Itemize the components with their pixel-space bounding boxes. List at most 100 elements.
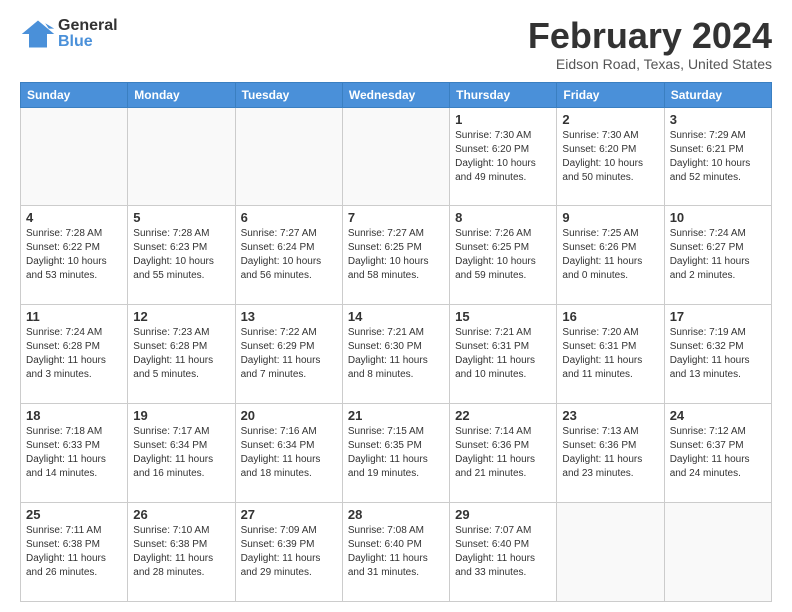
calendar-week-3: 11 Sunrise: 7:24 AMSunset: 6:28 PMDayligh… xyxy=(21,305,772,404)
day-info: Sunrise: 7:12 AMSunset: 6:37 PMDaylight:… xyxy=(670,425,766,481)
day-info: Sunrise: 7:20 AMSunset: 6:31 PMDaylight:… xyxy=(562,326,658,382)
day-info: Sunrise: 7:24 AMSunset: 6:28 PMDaylight:… xyxy=(26,326,122,382)
table-row: 17 Sunrise: 7:19 AMSunset: 6:32 PMDayligh… xyxy=(664,305,771,404)
day-number: 8 xyxy=(455,210,551,225)
day-number: 12 xyxy=(133,309,229,324)
day-number: 22 xyxy=(455,408,551,423)
day-number: 9 xyxy=(562,210,658,225)
table-row: 21Sunrise: 7:15 AMSunset: 6:35 PMDayligh… xyxy=(342,404,449,503)
table-row: 15 Sunrise: 7:21 AMSunset: 6:31 PMDayligh… xyxy=(450,305,557,404)
day-info: Sunrise: 7:23 AMSunset: 6:28 PMDaylight:… xyxy=(133,326,229,382)
day-info: Sunrise: 7:11 AMSunset: 6:38 PMDaylight:… xyxy=(26,524,122,580)
day-number: 19 xyxy=(133,408,229,423)
day-info: Sunrise: 7:22 AMSunset: 6:29 PMDaylight:… xyxy=(241,326,337,382)
day-number: 24 xyxy=(670,408,766,423)
day-number: 27 xyxy=(241,507,337,522)
table-row xyxy=(664,503,771,602)
day-number: 10 xyxy=(670,210,766,225)
calendar-week-5: 25 Sunrise: 7:11 AMSunset: 6:38 PMDayligh… xyxy=(21,503,772,602)
table-row: 29 Sunrise: 7:07 AMSunset: 6:40 PMDayligh… xyxy=(450,503,557,602)
table-row: 24 Sunrise: 7:12 AMSunset: 6:37 PMDayligh… xyxy=(664,404,771,503)
table-row: 22 Sunrise: 7:14 AMSunset: 6:36 PMDayligh… xyxy=(450,404,557,503)
weekday-header-row: SundayMondayTuesdayWednesdayThursdayFrid… xyxy=(21,82,772,107)
weekday-header-wednesday: Wednesday xyxy=(342,82,449,107)
day-info: Sunrise: 7:30 AMSunset: 6:20 PMDaylight:… xyxy=(455,129,551,185)
day-number: 29 xyxy=(455,507,551,522)
logo: General Blue xyxy=(20,16,118,52)
day-number: 15 xyxy=(455,309,551,324)
day-info: Sunrise: 7:21 AMSunset: 6:31 PMDaylight:… xyxy=(455,326,551,382)
table-row: 10 Sunrise: 7:24 AMSunset: 6:27 PMDayligh… xyxy=(664,206,771,305)
main-title: February 2024 xyxy=(528,16,772,56)
day-number: 23 xyxy=(562,408,658,423)
calendar-table: SundayMondayTuesdayWednesdayThursdayFrid… xyxy=(20,82,772,602)
table-row: 26 Sunrise: 7:10 AMSunset: 6:38 PMDayligh… xyxy=(128,503,235,602)
day-info: Sunrise: 7:29 AMSunset: 6:21 PMDaylight:… xyxy=(670,129,766,185)
day-info: Sunrise: 7:15 AMSunset: 6:35 PMDaylight:… xyxy=(348,425,444,481)
table-row xyxy=(342,107,449,206)
logo-general-text: General xyxy=(58,18,118,34)
day-number: 18 xyxy=(26,408,122,423)
table-row xyxy=(235,107,342,206)
day-info: Sunrise: 7:09 AMSunset: 6:39 PMDaylight:… xyxy=(241,524,337,580)
table-row: 5 Sunrise: 7:28 AMSunset: 6:23 PMDaylight… xyxy=(128,206,235,305)
table-row: 25 Sunrise: 7:11 AMSunset: 6:38 PMDayligh… xyxy=(21,503,128,602)
table-row: 2Sunrise: 7:30 AMSunset: 6:20 PMDaylight… xyxy=(557,107,664,206)
day-info: Sunrise: 7:07 AMSunset: 6:40 PMDaylight:… xyxy=(455,524,551,580)
day-info: Sunrise: 7:27 AMSunset: 6:24 PMDaylight:… xyxy=(241,227,337,283)
day-number: 4 xyxy=(26,210,122,225)
day-info: Sunrise: 7:16 AMSunset: 6:34 PMDaylight:… xyxy=(241,425,337,481)
table-row: 13 Sunrise: 7:22 AMSunset: 6:29 PMDayligh… xyxy=(235,305,342,404)
day-info: Sunrise: 7:18 AMSunset: 6:33 PMDaylight:… xyxy=(26,425,122,481)
day-number: 14 xyxy=(348,309,444,324)
page: General Blue February 2024 Eidson Road, … xyxy=(0,0,792,612)
weekday-header-thursday: Thursday xyxy=(450,82,557,107)
day-number: 26 xyxy=(133,507,229,522)
logo-words: General Blue xyxy=(58,18,118,50)
day-info: Sunrise: 7:28 AMSunset: 6:22 PMDaylight:… xyxy=(26,227,122,283)
day-info: Sunrise: 7:25 AMSunset: 6:26 PMDaylight:… xyxy=(562,227,658,283)
day-info: Sunrise: 7:19 AMSunset: 6:32 PMDaylight:… xyxy=(670,326,766,382)
table-row xyxy=(557,503,664,602)
table-row: 14 Sunrise: 7:21 AMSunset: 6:30 PMDayligh… xyxy=(342,305,449,404)
table-row: 18 Sunrise: 7:18 AMSunset: 6:33 PMDayligh… xyxy=(21,404,128,503)
table-row: 1 Sunrise: 7:30 AMSunset: 6:20 PMDaylight… xyxy=(450,107,557,206)
day-number: 7 xyxy=(348,210,444,225)
logo-icon xyxy=(20,16,56,52)
table-row: 4 Sunrise: 7:28 AMSunset: 6:22 PMDaylight… xyxy=(21,206,128,305)
table-row: 19Sunrise: 7:17 AMSunset: 6:34 PMDayligh… xyxy=(128,404,235,503)
calendar-week-4: 18 Sunrise: 7:18 AMSunset: 6:33 PMDayligh… xyxy=(21,404,772,503)
table-row: 8 Sunrise: 7:26 AMSunset: 6:25 PMDaylight… xyxy=(450,206,557,305)
day-number: 25 xyxy=(26,507,122,522)
day-number: 16 xyxy=(562,309,658,324)
calendar-week-1: 1 Sunrise: 7:30 AMSunset: 6:20 PMDaylight… xyxy=(21,107,772,206)
weekday-header-sunday: Sunday xyxy=(21,82,128,107)
day-number: 11 xyxy=(26,309,122,324)
day-info: Sunrise: 7:21 AMSunset: 6:30 PMDaylight:… xyxy=(348,326,444,382)
table-row: 16 Sunrise: 7:20 AMSunset: 6:31 PMDayligh… xyxy=(557,305,664,404)
day-info: Sunrise: 7:27 AMSunset: 6:25 PMDaylight:… xyxy=(348,227,444,283)
day-info: Sunrise: 7:10 AMSunset: 6:38 PMDaylight:… xyxy=(133,524,229,580)
table-row: 28 Sunrise: 7:08 AMSunset: 6:40 PMDayligh… xyxy=(342,503,449,602)
table-row: 3Sunrise: 7:29 AMSunset: 6:21 PMDaylight… xyxy=(664,107,771,206)
table-row: 27 Sunrise: 7:09 AMSunset: 6:39 PMDayligh… xyxy=(235,503,342,602)
day-info: Sunrise: 7:24 AMSunset: 6:27 PMDaylight:… xyxy=(670,227,766,283)
weekday-header-tuesday: Tuesday xyxy=(235,82,342,107)
day-number: 13 xyxy=(241,309,337,324)
day-number: 28 xyxy=(348,507,444,522)
day-number: 17 xyxy=(670,309,766,324)
day-number: 2 xyxy=(562,112,658,127)
table-row: 6Sunrise: 7:27 AMSunset: 6:24 PMDaylight… xyxy=(235,206,342,305)
table-row: 7 Sunrise: 7:27 AMSunset: 6:25 PMDaylight… xyxy=(342,206,449,305)
table-row: 9 Sunrise: 7:25 AMSunset: 6:26 PMDaylight… xyxy=(557,206,664,305)
logo-blue-text: Blue xyxy=(58,34,118,50)
header: General Blue February 2024 Eidson Road, … xyxy=(20,16,772,72)
day-info: Sunrise: 7:14 AMSunset: 6:36 PMDaylight:… xyxy=(455,425,551,481)
day-info: Sunrise: 7:26 AMSunset: 6:25 PMDaylight:… xyxy=(455,227,551,283)
day-number: 1 xyxy=(455,112,551,127)
day-number: 5 xyxy=(133,210,229,225)
table-row: 12 Sunrise: 7:23 AMSunset: 6:28 PMDayligh… xyxy=(128,305,235,404)
day-info: Sunrise: 7:28 AMSunset: 6:23 PMDaylight:… xyxy=(133,227,229,283)
table-row: 20Sunrise: 7:16 AMSunset: 6:34 PMDayligh… xyxy=(235,404,342,503)
day-info: Sunrise: 7:08 AMSunset: 6:40 PMDaylight:… xyxy=(348,524,444,580)
